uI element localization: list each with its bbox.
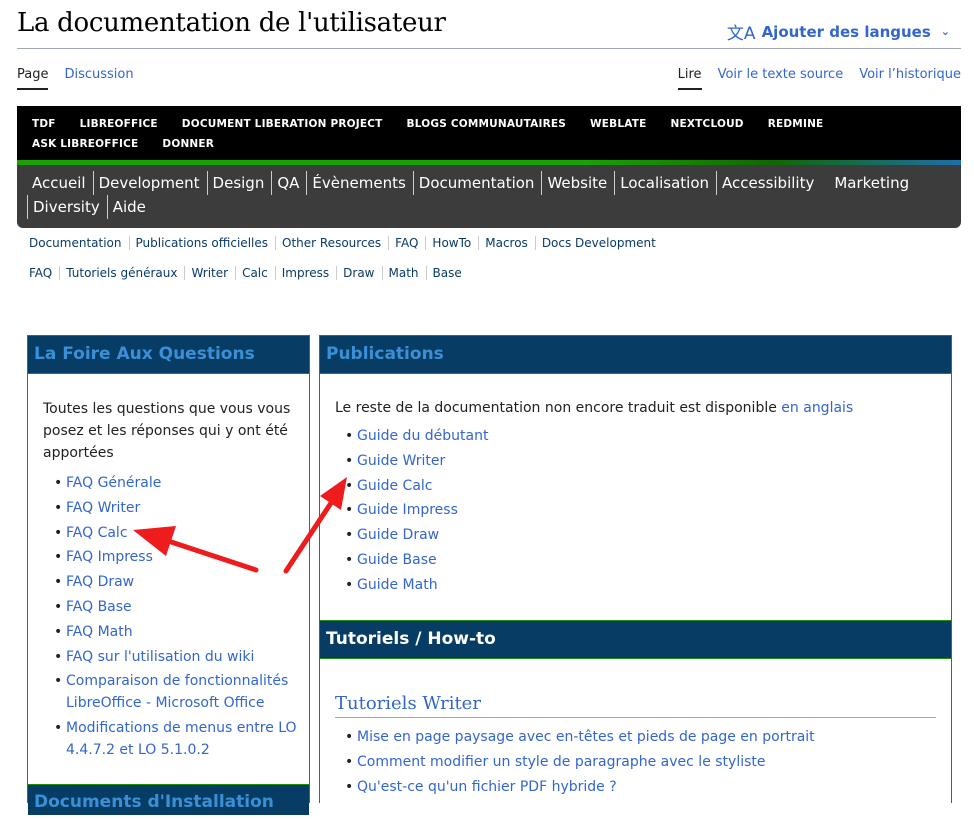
arrow-to-guide-calc — [283, 497, 336, 574]
arrow-group — [133, 477, 347, 574]
arrow-head-right — [320, 477, 347, 510]
annotation-arrows — [133, 477, 347, 574]
arrow-to-faq-calc — [153, 534, 259, 573]
arrow-head-left — [133, 526, 176, 556]
